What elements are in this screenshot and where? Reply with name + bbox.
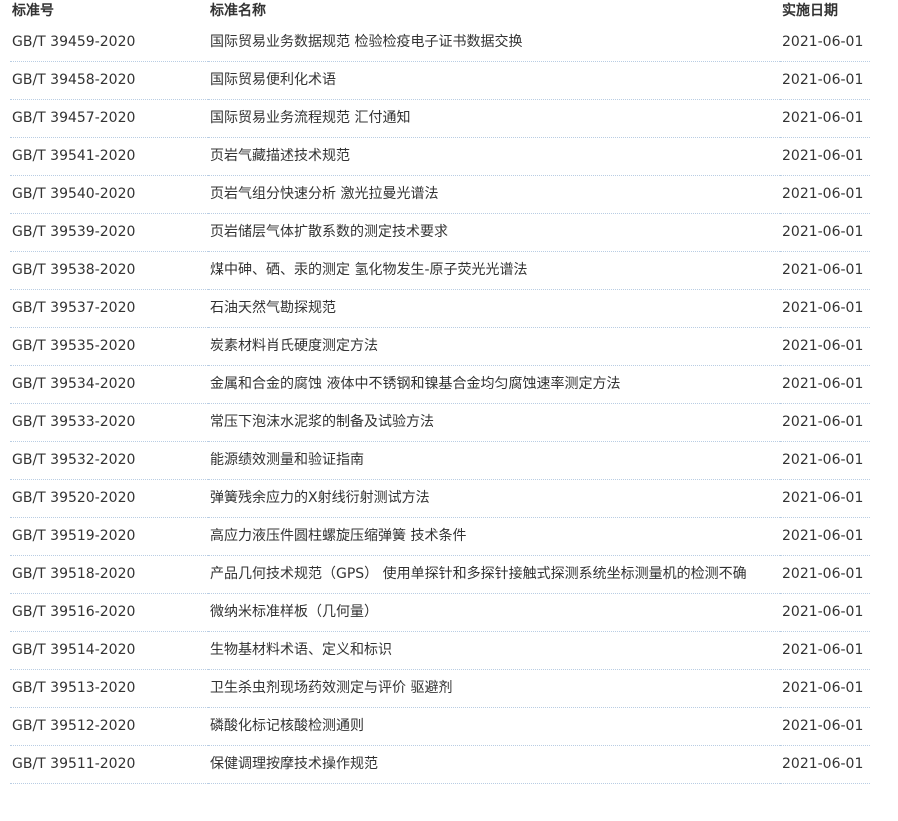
implementation-date: 2021-06-01 — [780, 479, 870, 518]
standard-name-link[interactable]: 生物基材料术语、定义和标识 — [208, 631, 780, 670]
implementation-date: 2021-06-01 — [780, 517, 870, 556]
standards-table: 标准号 标准名称 实施日期 GB/T 39459-2020 国际贸易业务数据规范 … — [10, 0, 870, 784]
standard-name-link[interactable]: 页岩储层气体扩散系数的测定技术要求 — [208, 213, 780, 252]
standard-code-link[interactable]: GB/T 39520-2020 — [10, 479, 208, 518]
table-row: GB/T 39512-2020 磷酸化标记核酸检测通则 2021-06-01 — [10, 707, 870, 746]
standard-code-link[interactable]: GB/T 39518-2020 — [10, 555, 208, 594]
standard-name-link[interactable]: 卫生杀虫剂现场药效测定与评价 驱避剂 — [208, 669, 780, 708]
implementation-date: 2021-06-01 — [780, 251, 870, 290]
standard-name-link[interactable]: 金属和合金的腐蚀 液体中不锈钢和镍基合金均匀腐蚀速率测定方法 — [208, 365, 780, 404]
standard-code-link[interactable]: GB/T 39535-2020 — [10, 327, 208, 366]
implementation-date: 2021-06-01 — [780, 707, 870, 746]
implementation-date: 2021-06-01 — [780, 61, 870, 100]
header-standard-code: 标准号 — [12, 3, 54, 19]
table-row: GB/T 39519-2020 高应力液压件圆柱螺旋压缩弹簧 技术条件 2021-0… — [10, 517, 870, 556]
standard-code-link[interactable]: GB/T 39516-2020 — [10, 593, 208, 632]
implementation-date: 2021-06-01 — [780, 365, 870, 404]
implementation-date: 2021-06-01 — [780, 289, 870, 328]
table-body: GB/T 39459-2020 国际贸易业务数据规范 检验检疫电子证书数据交换 20… — [10, 24, 870, 784]
table-row: GB/T 39533-2020 常压下泡沫水泥浆的制备及试验方法 2021-06-0… — [10, 403, 870, 442]
standard-name-link[interactable]: 保健调理按摩技术操作规范 — [208, 745, 780, 784]
standard-code-link[interactable]: GB/T 39457-2020 — [10, 99, 208, 138]
table-row: GB/T 39516-2020 微纳米标准样板（几何量） 2021-06-01 — [10, 593, 870, 632]
standard-name-link[interactable]: 微纳米标准样板（几何量） — [208, 593, 780, 632]
header-implementation-date: 实施日期 — [782, 3, 838, 19]
implementation-date: 2021-06-01 — [780, 441, 870, 480]
standard-code-link[interactable]: GB/T 39533-2020 — [10, 403, 208, 442]
standard-code-link[interactable]: GB/T 39538-2020 — [10, 251, 208, 290]
table-row: GB/T 39540-2020 页岩气组分快速分析 激光拉曼光谱法 2021-06-… — [10, 175, 870, 214]
header-row: 标准号 标准名称 实施日期 — [10, 0, 870, 24]
standard-code-link[interactable]: GB/T 39458-2020 — [10, 61, 208, 100]
standard-name-link[interactable]: 磷酸化标记核酸检测通则 — [208, 707, 780, 746]
table-row: GB/T 39541-2020 页岩气藏描述技术规范 2021-06-01 — [10, 137, 870, 176]
standard-code-link[interactable]: GB/T 39541-2020 — [10, 137, 208, 176]
table-row: GB/T 39514-2020 生物基材料术语、定义和标识 2021-06-01 — [10, 631, 870, 670]
implementation-date: 2021-06-01 — [780, 631, 870, 670]
table-row: GB/T 39457-2020 国际贸易业务流程规范 汇付通知 2021-06-01 — [10, 99, 870, 138]
implementation-date: 2021-06-01 — [780, 175, 870, 214]
implementation-date: 2021-06-01 — [780, 555, 870, 594]
implementation-date: 2021-06-01 — [780, 403, 870, 442]
table-row: GB/T 39537-2020 石油天然气勘探规范 2021-06-01 — [10, 289, 870, 328]
table-row: GB/T 39532-2020 能源绩效测量和验证指南 2021-06-01 — [10, 441, 870, 480]
table-row: GB/T 39518-2020 产品几何技术规范（GPS） 使用单探针和多探针接触… — [10, 555, 870, 594]
table-row: GB/T 39539-2020 页岩储层气体扩散系数的测定技术要求 2021-06-… — [10, 213, 870, 252]
standard-name-link[interactable]: 产品几何技术规范（GPS） 使用单探针和多探针接触式探测系统坐标测量机的检测不确 — [208, 555, 780, 594]
table-row: GB/T 39511-2020 保健调理按摩技术操作规范 2021-06-01 — [10, 745, 870, 784]
standard-code-link[interactable]: GB/T 39537-2020 — [10, 289, 208, 328]
header-standard-name: 标准名称 — [210, 3, 266, 19]
table-row: GB/T 39459-2020 国际贸易业务数据规范 检验检疫电子证书数据交换 20… — [10, 24, 870, 62]
standard-name-link[interactable]: 高应力液压件圆柱螺旋压缩弹簧 技术条件 — [208, 517, 780, 556]
implementation-date: 2021-06-01 — [780, 745, 870, 784]
table-row: GB/T 39458-2020 国际贸易便利化术语 2021-06-01 — [10, 61, 870, 100]
standard-code-link[interactable]: GB/T 39512-2020 — [10, 707, 208, 746]
standard-name-link[interactable]: 页岩气组分快速分析 激光拉曼光谱法 — [208, 175, 780, 214]
implementation-date: 2021-06-01 — [780, 669, 870, 708]
table-row: GB/T 39538-2020 煤中砷、硒、汞的测定 氢化物发生-原子荧光光谱法 2… — [10, 251, 870, 290]
standard-name-link[interactable]: 常压下泡沫水泥浆的制备及试验方法 — [208, 403, 780, 442]
standard-name-link[interactable]: 弹簧残余应力的X射线衍射测试方法 — [208, 479, 780, 518]
standard-code-link[interactable]: GB/T 39513-2020 — [10, 669, 208, 708]
standard-code-link[interactable]: GB/T 39540-2020 — [10, 175, 208, 214]
implementation-date: 2021-06-01 — [780, 137, 870, 176]
standard-code-link[interactable]: GB/T 39534-2020 — [10, 365, 208, 404]
table-row: GB/T 39513-2020 卫生杀虫剂现场药效测定与评价 驱避剂 2021-06… — [10, 669, 870, 708]
standard-name-link[interactable]: 石油天然气勘探规范 — [208, 289, 780, 328]
implementation-date: 2021-06-01 — [780, 213, 870, 252]
standard-code-link[interactable]: GB/T 39532-2020 — [10, 441, 208, 480]
implementation-date: 2021-06-01 — [780, 99, 870, 138]
standard-code-link[interactable]: GB/T 39519-2020 — [10, 517, 208, 556]
standard-name-link[interactable]: 国际贸易业务流程规范 汇付通知 — [208, 99, 780, 138]
standard-name-link[interactable]: 页岩气藏描述技术规范 — [208, 137, 780, 176]
implementation-date: 2021-06-01 — [780, 593, 870, 632]
implementation-date: 2021-06-01 — [780, 24, 870, 62]
standard-name-link[interactable]: 国际贸易业务数据规范 检验检疫电子证书数据交换 — [208, 24, 780, 62]
standard-code-link[interactable]: GB/T 39514-2020 — [10, 631, 208, 670]
implementation-date: 2021-06-01 — [780, 327, 870, 366]
standard-name-link[interactable]: 能源绩效测量和验证指南 — [208, 441, 780, 480]
standard-code-link[interactable]: GB/T 39539-2020 — [10, 213, 208, 252]
table-row: GB/T 39520-2020 弹簧残余应力的X射线衍射测试方法 2021-06-0… — [10, 479, 870, 518]
standard-name-link[interactable]: 炭素材料肖氏硬度测定方法 — [208, 327, 780, 366]
table-header: 标准号 标准名称 实施日期 — [10, 0, 870, 24]
standard-name-link[interactable]: 国际贸易便利化术语 — [208, 61, 780, 100]
table-row: GB/T 39534-2020 金属和合金的腐蚀 液体中不锈钢和镍基合金均匀腐蚀速… — [10, 365, 870, 404]
standard-name-link[interactable]: 煤中砷、硒、汞的测定 氢化物发生-原子荧光光谱法 — [208, 251, 780, 290]
table-row: GB/T 39535-2020 炭素材料肖氏硬度测定方法 2021-06-01 — [10, 327, 870, 366]
standard-code-link[interactable]: GB/T 39459-2020 — [10, 24, 208, 62]
standard-code-link[interactable]: GB/T 39511-2020 — [10, 745, 208, 784]
